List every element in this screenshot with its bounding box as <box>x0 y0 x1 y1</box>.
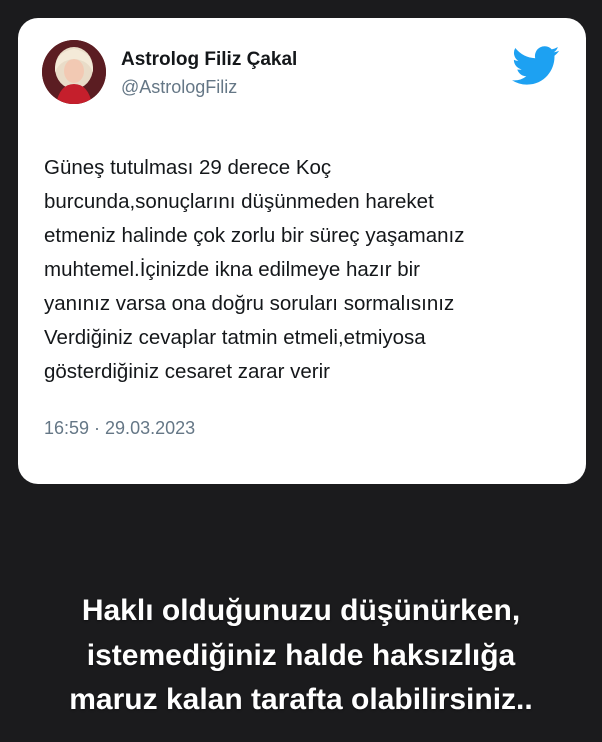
tweet-text-line: burcunda,sonuçlarını düşünmeden hareket <box>44 190 434 213</box>
display-name[interactable]: Astrolog Filiz Çakal <box>121 49 297 71</box>
avatar-image <box>42 40 106 104</box>
caption-line: Haklı olduğunuzu düşünürken, <box>81 594 521 627</box>
story-caption: Haklı olduğunuzu düşünürken, istemediğin… <box>0 589 602 723</box>
tweet-text-line: yanınız varsa ona doğru soruları sormalı… <box>44 292 455 315</box>
avatar[interactable] <box>42 40 106 104</box>
twitter-bird-icon <box>512 46 560 85</box>
tweet-text: Güneş tutulması 29 derece Koç burcunda,s… <box>44 151 564 389</box>
handle[interactable]: @AstrologFiliz <box>121 77 237 98</box>
tweet-text-line: Güneş tutulması 29 derece Koç <box>44 156 332 179</box>
tweet-text-line: muhtemel.İçinizde ikna edilmeye hazır bi… <box>44 258 420 281</box>
tweet-timestamp[interactable]: 16:59 · 29.03.2023 <box>44 418 195 439</box>
caption-line: istemediğiniz halde haksızlığa <box>86 638 516 672</box>
caption-line: maruz kalan tarafta olabilirsiniz.. <box>69 683 533 716</box>
tweet-text-line: Verdiğiniz cevaplar tatmin etmeli,etmiyo… <box>44 326 426 349</box>
tweet-text-line: etmeniz halinde çok zorlu bir süreç yaşa… <box>44 224 465 247</box>
tweet-text-line: gösterdiğiniz cesaret zarar verir <box>44 360 330 383</box>
tweet-card: Astrolog Filiz Çakal @AstrologFiliz Güne… <box>18 18 586 484</box>
